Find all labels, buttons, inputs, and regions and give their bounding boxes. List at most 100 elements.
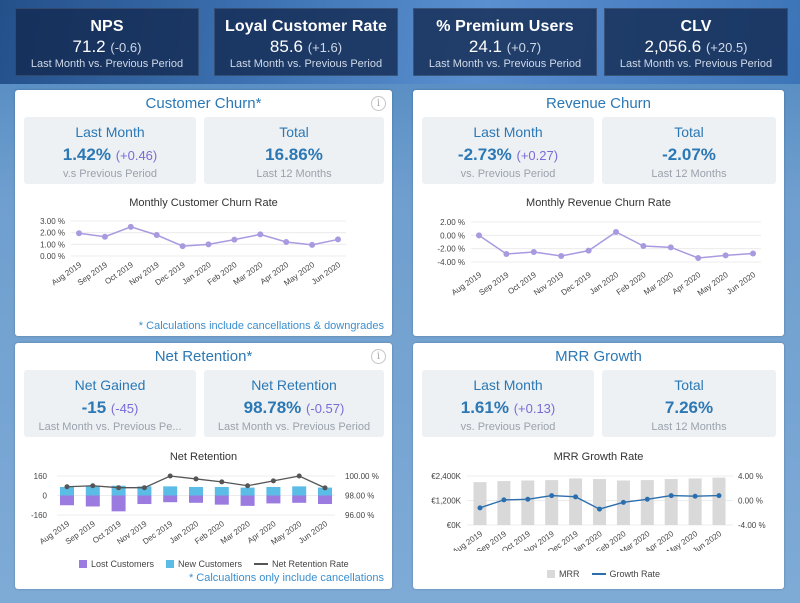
data-point — [231, 236, 238, 243]
revenue-churn-panel: Revenue Churn Last Month -2.73% (+0.27) … — [413, 90, 784, 336]
growth-rate-point — [620, 499, 626, 505]
x-tick-label: Dec 2019 — [560, 270, 594, 297]
kpi-sub: Last Month vs. Previous Period — [428, 58, 582, 70]
kpi-value: 85.6 — [269, 37, 304, 56]
y-tick-label: €1,200K — [431, 497, 461, 506]
data-point — [309, 241, 316, 248]
kpi-title: CLV — [680, 18, 712, 35]
card-label: Last Month — [75, 124, 145, 140]
customer-churn-panel: Customer Churn* i Last Month 1.42% (+0.4… — [15, 90, 392, 336]
customer-churn-chart: 3.00 %2.00 %1.00 %0.00 %Aug 2019Sep 2019… — [40, 217, 346, 288]
net-retention-chart: 1600-160100.00 %98.00 %96.00 %Aug 2019Se… — [31, 472, 379, 547]
card-label: Net Retention — [251, 377, 337, 393]
data-point — [205, 241, 212, 248]
data-point — [613, 229, 619, 235]
chart-title: Monthly Customer Churn Rate — [129, 197, 278, 209]
growth-rate-point — [644, 496, 650, 502]
card-value: 16.86% — [265, 145, 323, 164]
kpi-loyal-customer-rate[interactable]: Loyal Customer Rate 85.6 (+1.6) Last Mon… — [214, 8, 398, 76]
bar-new-customers — [292, 486, 307, 496]
card-label: Last Month — [473, 124, 543, 140]
bar-new-customers — [240, 487, 255, 496]
data-point — [127, 223, 134, 230]
y-tick-label: -4.00 % — [437, 258, 465, 267]
legend-label: MRR — [559, 569, 580, 579]
bar-lost-customers — [240, 495, 255, 506]
y-tick-label: -160 — [31, 511, 48, 520]
footnote: * Calculations include cancellations & d… — [138, 320, 384, 332]
card-sub: Last Month vs. Previous Pe... — [38, 421, 182, 433]
card-value: 7.26% — [664, 398, 714, 417]
kpi-sub: Last Month vs. Previous Period — [229, 58, 383, 70]
y-tick-label: 0.00 % — [440, 231, 465, 240]
card-sub: vs. Previous Period — [460, 168, 556, 180]
growth-rate-point — [668, 493, 674, 499]
legend-swatch — [591, 573, 606, 575]
legend-item-mrr[interactable]: MRR — [547, 569, 580, 579]
bar-lost-customers — [292, 495, 307, 503]
card-label: Total — [674, 124, 704, 140]
data-point — [179, 243, 186, 250]
y-tick-label: €0K — [447, 521, 462, 530]
x-tick-label: May 2020 — [696, 270, 730, 298]
card-delta: (+0.13) — [513, 401, 556, 416]
x-tick-label: Mar 2020 — [232, 260, 265, 287]
y-tick-label-right: 4.00 % — [738, 472, 763, 481]
growth-rate-point — [501, 497, 507, 503]
legend-item-lost[interactable]: Lost Customers — [79, 559, 154, 569]
card-delta: (-45) — [110, 401, 139, 416]
net-retention-point — [116, 485, 122, 491]
kpi-nps[interactable]: NPS 71.2 (-0.6) Last Month vs. Previous … — [15, 8, 199, 76]
footnote: * Calcualtions only include cancellation… — [188, 572, 384, 584]
data-point — [503, 251, 510, 257]
legend-item-net-retention-rate[interactable]: Net Retention Rate — [254, 559, 349, 569]
kpi-sub: Last Month vs. Previous Period — [30, 58, 184, 70]
net-retention-point — [90, 483, 96, 489]
net-retention-point — [193, 476, 199, 482]
panel-title: Revenue Churn — [545, 95, 652, 112]
kpi-value: 24.1 — [468, 37, 503, 56]
legend-item-growth-rate[interactable]: Growth Rate — [591, 569, 660, 579]
kpi-delta: (+0.7) — [506, 40, 542, 55]
last-month-card: Last Month 1.42% (+0.46) v.s Previous Pe… — [24, 117, 196, 184]
legend-swatch — [254, 563, 269, 565]
kpi-value: 71.2 — [72, 37, 106, 56]
net-retention-point — [322, 485, 328, 491]
bar-new-customers — [163, 486, 178, 496]
net-retention-point — [270, 478, 276, 484]
bar-lost-customers — [214, 495, 229, 505]
total-card: Total 16.86% Last 12 Months — [204, 117, 384, 184]
bar-lost-customers — [137, 495, 152, 505]
bar-mrr — [688, 478, 702, 525]
x-tick-label: Sep 2019 — [64, 519, 98, 546]
legend-item-new[interactable]: New Customers — [166, 559, 242, 569]
panel-title: Customer Churn* — [145, 95, 262, 112]
kpi-clv[interactable]: CLV 2,056.6 (+20.5) Last Month vs. Previ… — [604, 8, 788, 76]
card-sub: Last Month vs. Previous Period — [217, 421, 371, 433]
legend-label: Lost Customers — [91, 559, 155, 569]
chart-title: Net Retention — [169, 451, 238, 463]
growth-rate-point — [525, 496, 531, 502]
total-card: Total 7.26% Last 12 Months — [602, 370, 776, 437]
legend-swatch — [166, 560, 175, 568]
bar-new-customers — [189, 486, 203, 496]
panel-title: Net Retention* — [154, 348, 253, 365]
data-point — [558, 253, 565, 259]
info-icon[interactable]: i — [371, 96, 386, 111]
net-retention-point — [219, 479, 225, 485]
last-month-card: Last Month -2.73% (+0.27) vs. Previous P… — [422, 117, 594, 184]
net-retention-point — [64, 484, 70, 490]
bar-lost-customers — [111, 495, 126, 512]
bar-mrr — [473, 482, 487, 525]
card-value: 1.42% — [62, 145, 111, 164]
y-tick-label-right: 98.00 % — [345, 492, 374, 501]
info-icon[interactable]: i — [371, 349, 386, 364]
data-point — [335, 236, 341, 243]
growth-rate-point — [573, 494, 579, 500]
kpi-premium-users[interactable]: % Premium Users 24.1 (+0.7) Last Month v… — [413, 8, 597, 76]
x-tick-label: Jun 2020 — [297, 519, 330, 546]
revenue-churn-chart: 2.00 %0.00 %-2.00 %-4.00 %Aug 2019Sep 20… — [437, 218, 761, 298]
card-value: 1.61% — [460, 398, 509, 417]
y-tick-label: -2.00 % — [437, 245, 465, 254]
y-tick-label: €2,400K — [431, 472, 461, 481]
